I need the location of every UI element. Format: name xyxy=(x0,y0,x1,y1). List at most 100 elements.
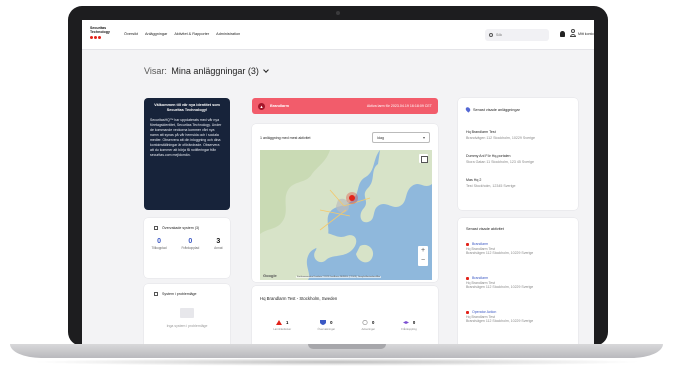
alarm-banner[interactable]: ▲ Brandlarm Aktiva larm för 2023.04.19 1… xyxy=(252,98,438,114)
count-value: 1 xyxy=(285,320,289,325)
zoom-in-icon[interactable]: + xyxy=(418,246,428,256)
recent-sites-card: Senast visade anläggningar Hq Brandlarm … xyxy=(458,98,578,210)
account-label: Mitt konto xyxy=(578,32,594,36)
empty-state-icon xyxy=(180,308,194,318)
laptop-base xyxy=(10,344,663,358)
nav-link-sites[interactable]: Anläggningar xyxy=(145,32,167,36)
search-box[interactable] xyxy=(485,29,549,41)
issues-title: System i problemläge xyxy=(154,292,197,296)
showing-value: Mina anläggningar (3) xyxy=(171,66,259,76)
recent-site-name: Mas Hq 2 xyxy=(466,178,482,182)
nav-link-overview[interactable]: Översikt xyxy=(124,32,138,36)
fire-icon: ▲ xyxy=(258,102,265,110)
recent-site-address: Test Stockholm, 12345 Sverige xyxy=(466,183,516,188)
recent-sites-title: Senast visade anläggningar xyxy=(464,106,520,113)
monitored-stats: 0 Tillkopplad 0 Frånkopplad 3 Annat xyxy=(144,238,230,250)
nav-link-admin[interactable]: Administration xyxy=(216,32,240,36)
showing-label: Visar: xyxy=(144,66,167,76)
activity-item[interactable]: Operator Action Hq Brandlarm Test Brandv… xyxy=(466,310,533,324)
stat-other[interactable]: 3 Annat xyxy=(214,238,222,250)
activity-item[interactable]: Brandlarm Hq Brandlarm Test Brandvägen 1… xyxy=(466,242,533,256)
activity-type: Operator Action xyxy=(472,310,497,314)
chevron-down-icon xyxy=(423,137,425,139)
fullscreen-icon[interactable] xyxy=(419,154,428,163)
laptop-shadow xyxy=(30,358,643,366)
activity-type: Brandlarm xyxy=(472,242,489,246)
issues-title-text: System i problemläge xyxy=(162,292,197,296)
count-disarm[interactable]: 0 Frånkoppling xyxy=(401,320,417,331)
logo-dots-icon xyxy=(90,36,120,39)
warning-icon xyxy=(154,292,158,296)
count-label: Aviseringar xyxy=(361,328,375,331)
count-notices[interactable]: 0 Aviseringar xyxy=(361,320,374,331)
account-menu[interactable]: Mitt konto ▾ xyxy=(578,32,594,36)
alarm-type: Brandlarm xyxy=(270,104,289,108)
bell-icon[interactable] xyxy=(560,31,565,37)
activity-address: Brandvägen 112 Stockholm, 10229 Sverige xyxy=(466,319,534,324)
period-select[interactable]: Idag xyxy=(372,132,430,143)
top-nav: Securitas Technology Översikt Anläggning… xyxy=(82,20,594,50)
fire-icon xyxy=(466,276,469,280)
recent-site-item[interactable]: Hq Brandlarm Test Brandvägen 112 Stockho… xyxy=(466,130,535,140)
laptop-bezel: Securitas Technology Översikt Anläggning… xyxy=(68,6,608,346)
site-map[interactable]: + − Google Kortkommandon Kartdata ©2023 … xyxy=(260,150,432,280)
fire-icon xyxy=(275,320,282,325)
count-label: Övervakningar xyxy=(317,328,336,331)
count-alarms[interactable]: 1 Larmhändelser xyxy=(273,320,291,331)
google-logo: Google xyxy=(263,273,277,278)
recent-site-item[interactable]: Dummy Anl För Hq-portalen Stora Gatan 11… xyxy=(466,154,534,164)
recent-site-address: Brandvägen 112 Stockholm, 10229 Sverige xyxy=(466,135,536,140)
zoom-out-icon[interactable]: − xyxy=(418,256,428,266)
map-marker-icon[interactable] xyxy=(346,192,358,204)
laptop-notch xyxy=(308,344,386,349)
count-value: 0 xyxy=(330,320,333,325)
stat-value: 0 xyxy=(188,238,193,245)
recent-site-name: Dummy Anl För Hq-portalen xyxy=(466,154,511,158)
stat-armed[interactable]: 0 Tillkopplad xyxy=(151,238,166,250)
stat-disarmed[interactable]: 0 Frånkopplad xyxy=(182,238,200,250)
period-select-value: Idag xyxy=(377,136,384,140)
system-icon xyxy=(154,226,158,230)
map-graphic xyxy=(260,150,432,280)
site-counts: 1 Larmhändelser 0 Övervakningar 0 Aviser… xyxy=(252,320,438,331)
location-pin-icon xyxy=(464,106,472,113)
stat-value: 3 xyxy=(216,238,221,245)
welcome-card: Välkommen till vår nya identitet som Sec… xyxy=(144,98,230,210)
map-attribution: Kortkommandon Kartdata ©2023 GeoBasis-DE… xyxy=(296,276,382,278)
monitored-title: Övervakade system (3) xyxy=(154,226,199,230)
map-label: 1 anläggning med mest aktivitet xyxy=(260,136,311,140)
welcome-body: SecuritasHQ™ har uppdaterats med vår nya… xyxy=(150,118,222,157)
operator-icon xyxy=(466,310,469,314)
page-title[interactable]: Visar: Mina anläggningar (3) xyxy=(144,66,270,76)
issues-empty-text: Inga system i problemläge xyxy=(166,324,208,328)
nav-link-activity[interactable]: Aktivitet & Rapporter xyxy=(174,32,209,36)
stat-value: 0 xyxy=(157,238,161,245)
logo[interactable]: Securitas Technology xyxy=(90,26,120,44)
problem-systems-card: System i problemläge Inga system i probl… xyxy=(144,284,230,344)
activity-address: Brandvägen 112 Stockholm, 10229 Sverige xyxy=(466,285,534,290)
search-icon xyxy=(489,33,493,37)
activity-item[interactable]: Brandlarm Hq Brandlarm Test Brandvägen 1… xyxy=(466,276,533,290)
map-card: 1 anläggning med mest aktivitet Idag + −… xyxy=(252,124,438,282)
user-icon[interactable] xyxy=(570,29,576,37)
count-value: 0 xyxy=(412,320,416,325)
site-summary-card[interactable]: Hq Brandlarm Test - Stockholm, Sweden 1 … xyxy=(252,286,438,344)
monitored-systems-card: Övervakade system (3) 0 Tillkopplad 0 Fr… xyxy=(144,218,230,278)
recent-site-address: Stora Gatan 11 Stockholm, 123 45 Sverige xyxy=(466,159,535,164)
search-input[interactable] xyxy=(496,33,536,37)
alarm-time: Aktiva larm för 2023.04.19 16:18:09 CET xyxy=(366,104,432,108)
count-label: Frånkoppling xyxy=(401,328,417,331)
recent-site-item[interactable]: Mas Hq 2 Test Stockholm, 12345 Sverige xyxy=(466,178,516,188)
count-supervision[interactable]: 0 Övervakningar xyxy=(318,320,335,331)
shield-icon xyxy=(320,320,327,325)
stat-label: Tillkopplad xyxy=(151,246,167,250)
chevron-down-icon xyxy=(263,67,270,73)
recent-site-name: Hq Brandlarm Test xyxy=(466,130,496,134)
zoom-control: + − xyxy=(418,246,428,266)
screen: Securitas Technology Översikt Anläggning… xyxy=(82,20,594,344)
monitored-title-text: Övervakade system (3) xyxy=(162,226,200,230)
nav-links: Översikt Anläggningar Aktivitet & Rappor… xyxy=(124,32,240,36)
clock-icon xyxy=(362,320,368,325)
logo-text: Securitas Technology xyxy=(90,26,110,34)
camera-icon xyxy=(336,11,340,15)
